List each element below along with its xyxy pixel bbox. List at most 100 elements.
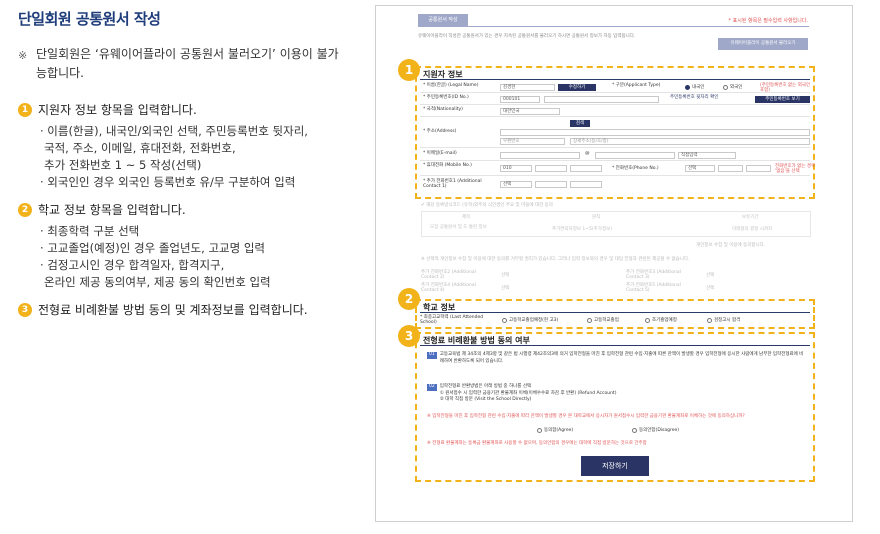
rrn-label: * 주민등록번호(ID No.): [423, 95, 469, 100]
extra-contact-3-select[interactable]: 선택: [706, 272, 714, 278]
nationality-field[interactable]: 대한민국: [500, 108, 560, 115]
school-option-ged[interactable]: 검정고시 합격: [707, 317, 740, 323]
refund-item-number: 02: [427, 384, 437, 391]
rrn-row: * 주민등록번호(ID No.) 000101 주민등록번호 뒷자리 확인 주민…: [420, 94, 810, 105]
radio-dot: [723, 84, 728, 90]
phone-last-field[interactable]: [746, 165, 771, 172]
phone-note: 전화번호가 없는 경우 '없음'을 선택: [775, 164, 816, 174]
email-at-sign: @: [585, 151, 590, 156]
step-number-badge: 3: [18, 302, 32, 317]
foreign-label: 외국인: [730, 85, 743, 90]
radio-dot: [685, 84, 690, 90]
step-2: 2 학교 정보 항목을 입력합니다. · 최종학력 구분 선택 · 고교졸업(예…: [18, 201, 348, 291]
email-id-field[interactable]: [500, 152, 580, 159]
step-heading: 학교 정보 항목을 입력합니다.: [38, 203, 186, 217]
disagree-radio[interactable]: 동의안함(Disagree): [632, 427, 679, 433]
radio-dot: [707, 317, 712, 323]
privacy-cell-title: 모집 공통원서 및 도 통된 정보: [430, 225, 487, 230]
step-bullet: 국적, 주소, 이메일, 휴대전화, 전화번호,: [44, 141, 236, 155]
refund-warning: ※ 전형료 환불계좌는 등록금 환불계좌로 사용할 수 없으며, 동의안함의 경…: [427, 441, 647, 446]
extra-contact-4-select[interactable]: 선택: [501, 285, 509, 291]
school-option-graduated[interactable]: 고등학교졸업: [587, 317, 619, 323]
address-field[interactable]: [500, 129, 810, 136]
section-badge-1: 1: [398, 59, 420, 81]
privacy-col-content: 원칙: [592, 215, 601, 220]
extra-middle-field[interactable]: [535, 181, 567, 188]
refund-option-visit: ② 대학 직접 방문 (Visit the School Directly): [439, 397, 532, 402]
phone-label: * 전화번호(Phone No.): [612, 166, 659, 171]
school-option-label: 고등학교졸업예정(현 고3): [509, 318, 559, 323]
form-screenshot: 공통원서 작성 * 표시된 항목은 필수입력 사항입니다. 유웨이어플라이 작성…: [375, 5, 853, 522]
tab-divider: [418, 26, 809, 27]
instruction-panel: 단일회원 공통원서 작성 ※ 단일회원은 ‘유웨이어플라이 공통원서 불러오기’…: [18, 8, 348, 328]
email-label: * 이메일(E-mail): [423, 151, 457, 156]
disagree-label: 동의안함(Disagree): [639, 428, 680, 433]
section-badge-2: 2: [398, 288, 420, 310]
rrn-back-note: 주민등록번호 뒷자리 확인: [670, 95, 719, 100]
extra-contact-5-label: 추가 전화번호5 (Additional Contact 5): [626, 283, 681, 293]
mobile-prefix-select[interactable]: 010: [500, 165, 532, 172]
load-common-application-button[interactable]: 유웨이어플라이 공통원서 불러오기: [718, 38, 808, 50]
applicant-info-section: 지원자 정보 * 이름(한글) (Legal Name) 김경현 수정하기 * …: [415, 66, 815, 199]
email-domain-field[interactable]: [595, 152, 675, 159]
school-option-expected[interactable]: 고등학교졸업예정(현 고3): [502, 317, 558, 323]
step-bullet: 온라인 제공 동의여부, 제공 동의 확인번호 입력: [44, 275, 271, 289]
address-detail-field[interactable]: 상세주소(동/호/층): [570, 138, 810, 145]
name-label: * 이름(한글) (Legal Name): [423, 83, 479, 88]
radio-dot: [645, 317, 650, 323]
refund-item-2: 02 입학전형료 반환방법은 아래 방법 중 하나를 선택 ① 원서접수 시 입…: [427, 384, 807, 404]
phone-middle-field[interactable]: [718, 165, 743, 172]
nationality-row: * 국적(Nationality) 대한민국: [420, 106, 810, 117]
section-rule: [420, 312, 810, 313]
school-option-early[interactable]: 조기졸업예정: [645, 317, 677, 323]
extra-contact-row: * 추가 전화번호1 (Additional Contact 1) 선택: [420, 178, 810, 192]
guide-note: ※ 단일회원은 ‘유웨이어플라이 공통원서 불러오기’ 이용이 불가능합니다.: [18, 45, 348, 83]
zip-field[interactable]: 우편번호: [500, 138, 565, 145]
phone-prefix-select[interactable]: 선택: [685, 165, 715, 172]
extra-contact-select[interactable]: 선택: [500, 181, 532, 188]
guide-title: 단일회원 공통원서 작성: [18, 10, 161, 28]
extra-last-field[interactable]: [570, 181, 602, 188]
rrn-front-field[interactable]: 000101: [500, 96, 540, 103]
step-bullet: · 외국인인 경우 외국인 등록번호 유/무 구분하여 입력: [40, 175, 296, 189]
privacy-col-period: 보유기간: [742, 215, 759, 220]
email-domain-select[interactable]: 직접입력: [678, 152, 736, 159]
extra-contact-3-label: 추가 전화번호3 (Additional Contact 3): [626, 270, 681, 280]
required-note: * 표시된 항목은 필수입력 사항입니다.: [728, 18, 808, 24]
address-row: * 주소(Address) 검색 우편번호 상세주소(동/호/층): [420, 118, 810, 148]
mobile-last-field[interactable]: [570, 165, 602, 172]
radio-dot: [502, 317, 507, 323]
section-rule: [420, 345, 810, 346]
tab-common-application[interactable]: 공통원서 작성: [418, 14, 468, 26]
domestic-label: 내국인: [692, 85, 705, 90]
rrn-back-field[interactable]: [544, 96, 659, 103]
radio-dot: [587, 317, 592, 323]
step-number-badge: 2: [18, 202, 32, 217]
step-3: 3 전형료 비례환불 방법 동의 및 계좌정보를 입력합니다.: [18, 301, 348, 318]
address-search-button[interactable]: 검색: [570, 120, 590, 127]
refund-item-1: 01 고등교육법 제 34조의 4제3항 및 같은 법 시행령 제42조의3에 …: [427, 352, 807, 365]
foreign-radio[interactable]: 외국인: [723, 84, 742, 90]
step-bullet: · 최종학력 구분 선택: [40, 224, 140, 238]
refund-question: ※ 입학전형을 마친 후 입학전형 관련 수입·지출에 따라 잔액이 발생할 경…: [427, 414, 745, 419]
edit-name-button[interactable]: 수정하기: [558, 84, 596, 91]
agree-radio[interactable]: 동의함(Agree): [537, 427, 573, 433]
domestic-radio[interactable]: 내국인: [685, 84, 704, 90]
show-rrn-button[interactable]: 주민등록번호 보기: [755, 96, 810, 103]
step-number-badge: 1: [18, 102, 32, 117]
step-bullet: · 검정고시인 경우 합격일자, 합격지구,: [40, 258, 225, 272]
privacy-notice: ✔ 해당 등록방식코드 (유학)외주의 식인경인 주요 및 마을에 대한 동의: [421, 203, 553, 208]
save-button[interactable]: 저장하기: [581, 456, 649, 476]
note-mark: ※: [18, 49, 28, 62]
section-rule: [420, 79, 810, 80]
extra-contact-2-select[interactable]: 선택: [501, 272, 509, 278]
note-text: 단일회원은 ‘유웨이어플라이 공통원서 불러오기’ 이용이 불가능합니다.: [36, 47, 339, 80]
name-field[interactable]: 김경현: [500, 84, 555, 91]
step-bullet: 추가 전화번호 1 ~ 5 작성(선택): [44, 158, 202, 172]
mobile-middle-field[interactable]: [535, 165, 567, 172]
privacy-consent-checkbox[interactable]: 개인정보 수집 및 이용에 동의합니다.: [696, 242, 765, 248]
school-option-label: 조기졸업예정: [652, 318, 677, 323]
extra-contact-5-select[interactable]: 선택: [706, 285, 714, 291]
privacy-table: 제목 원칙 보유기간 모집 공통원서 및 도 통된 정보 추가연락처정보 1~5…: [421, 211, 811, 237]
privacy-col-title: 제목: [462, 215, 471, 220]
